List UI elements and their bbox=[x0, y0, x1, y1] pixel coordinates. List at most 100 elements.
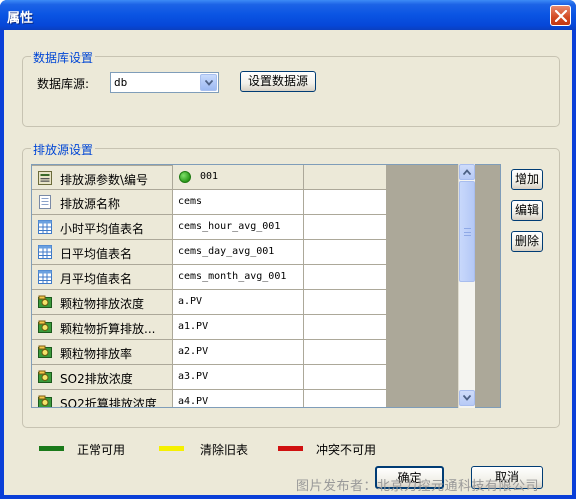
grid-name-cell[interactable]: SO2排放浓度 bbox=[32, 365, 173, 390]
legend-label-normal: 正常可用 bbox=[77, 443, 126, 457]
grid-name-cell[interactable]: 排放源名称 bbox=[32, 190, 173, 215]
title-bar[interactable]: 属性 bbox=[0, 0, 576, 30]
property-grid: 排放源参数\编号 001 排放源名称 cems 小时平均值表名 cems_hour_avg… bbox=[31, 164, 501, 408]
chevron-down-icon bbox=[205, 80, 213, 86]
grid-value-cell[interactable]: a4.PV bbox=[173, 390, 304, 407]
grid-value-cell[interactable]: cems_month_avg_001 bbox=[173, 265, 304, 290]
grid-row[interactable]: 排放源参数\编号 001 bbox=[32, 165, 387, 190]
grid-name-cell[interactable]: 排放源参数\编号 bbox=[32, 165, 173, 190]
scroll-down-button[interactable] bbox=[459, 390, 475, 406]
id-card-icon bbox=[38, 171, 52, 185]
grid-value-cell[interactable]: 001 bbox=[173, 165, 304, 190]
close-button[interactable] bbox=[550, 5, 571, 26]
grid-value: cems_hour_avg_001 bbox=[178, 221, 281, 232]
grid-name-cell[interactable]: 日平均值表名 bbox=[32, 240, 173, 265]
grid-name: 颗粒物排放浓度 bbox=[60, 297, 145, 311]
scroll-thumb[interactable] bbox=[459, 181, 475, 282]
grid-extra-cell[interactable] bbox=[304, 265, 387, 290]
database-source-select[interactable]: db bbox=[110, 72, 219, 93]
grid-name: 日平均值表名 bbox=[60, 247, 133, 261]
grid-extra-cell[interactable] bbox=[304, 165, 387, 190]
grid-name-cell[interactable]: SO2折算排放浓度 bbox=[32, 390, 173, 408]
watermark: 图片发布者：北京力控元通科技有限公司 bbox=[296, 479, 540, 494]
legend-swatch-normal bbox=[39, 446, 64, 451]
database-settings-group: 数据库设置 数据库源: db 设置数据源 bbox=[22, 49, 560, 127]
grid-value-cell[interactable]: a1.PV bbox=[173, 315, 304, 340]
grid-value: cems_day_avg_001 bbox=[178, 246, 275, 257]
grid-extra-cell[interactable] bbox=[304, 365, 387, 390]
grid-value-cell[interactable]: cems_day_avg_001 bbox=[173, 240, 304, 265]
grid-extra-cell[interactable] bbox=[304, 340, 387, 365]
document-icon bbox=[38, 195, 52, 209]
grid-name: 排放源参数\编号 bbox=[60, 173, 149, 187]
grid-extra-cell[interactable] bbox=[304, 390, 387, 407]
grid-name: 小时平均值表名 bbox=[60, 222, 145, 236]
window-title: 属性 bbox=[7, 11, 34, 26]
dialog-body: 数据库设置 数据库源: db 设置数据源 排放源设置 排放源参数\编号 001 排放… bbox=[4, 30, 572, 495]
money-icon bbox=[38, 295, 52, 309]
dropdown-button[interactable] bbox=[200, 74, 217, 91]
grid-value: a2.PV bbox=[178, 346, 209, 357]
grid-name-cell[interactable]: 颗粒物排放浓度 bbox=[32, 290, 173, 315]
grid-value: a1.PV bbox=[178, 321, 209, 332]
money-icon bbox=[38, 320, 52, 334]
emission-source-legend: 排放源设置 bbox=[31, 141, 96, 158]
grid-row[interactable]: 月平均值表名 cems_month_avg_001 bbox=[32, 265, 387, 290]
legend-swatch-clear bbox=[159, 446, 184, 451]
grid-name: 月平均值表名 bbox=[60, 272, 133, 286]
grid-value-cell[interactable]: a3.PV bbox=[173, 365, 304, 390]
grid-value: a.PV bbox=[178, 296, 203, 307]
grid-value-cell[interactable]: a2.PV bbox=[173, 340, 304, 365]
legend-label-conflict: 冲突不可用 bbox=[316, 443, 377, 457]
vertical-scrollbar[interactable] bbox=[458, 164, 475, 408]
money-icon bbox=[38, 395, 52, 407]
grid-extra-cell[interactable] bbox=[304, 290, 387, 315]
grid-name: 颗粒物排放率 bbox=[60, 347, 133, 361]
grid-row[interactable]: SO2折算排放浓度 a4.PV bbox=[32, 390, 387, 408]
grid-value: a3.PV bbox=[178, 371, 209, 382]
grid-name: 排放源名称 bbox=[60, 197, 121, 211]
grid-row[interactable]: 排放源名称 cems bbox=[32, 190, 387, 215]
grid-row[interactable]: 颗粒物折算排放... a1.PV bbox=[32, 315, 387, 340]
grid-name-cell[interactable]: 颗粒物折算排放... bbox=[32, 315, 173, 340]
grid-row[interactable]: 颗粒物排放率 a2.PV bbox=[32, 340, 387, 365]
grid-value: cems bbox=[178, 196, 203, 207]
grid-name-cell[interactable]: 颗粒物排放率 bbox=[32, 340, 173, 365]
set-datasource-button[interactable]: 设置数据源 bbox=[240, 71, 316, 92]
grid-name-cell[interactable]: 月平均值表名 bbox=[32, 265, 173, 290]
grid-value-cell[interactable]: a.PV bbox=[173, 290, 304, 315]
grid-extra-cell[interactable] bbox=[304, 215, 387, 240]
grid-row[interactable]: 日平均值表名 cems_day_avg_001 bbox=[32, 240, 387, 265]
edit-button[interactable]: 编辑 bbox=[511, 200, 543, 221]
properties-window: 属性 数据库设置 数据库源: db 设置数据源 排放源设置 排放源参数\编号 0… bbox=[0, 0, 576, 499]
database-source-label: 数据库源: bbox=[37, 77, 90, 91]
add-button[interactable]: 增加 bbox=[511, 169, 543, 190]
chevron-up-icon bbox=[463, 169, 471, 175]
grid-row[interactable]: 小时平均值表名 cems_hour_avg_001 bbox=[32, 215, 387, 240]
database-settings-legend: 数据库设置 bbox=[31, 49, 96, 66]
grid-extra-cell[interactable] bbox=[304, 240, 387, 265]
grid-extra-cell[interactable] bbox=[304, 315, 387, 340]
table-icon bbox=[38, 220, 52, 234]
table-icon bbox=[38, 270, 52, 284]
delete-button[interactable]: 删除 bbox=[511, 231, 543, 252]
grip-icon bbox=[464, 228, 471, 236]
grid-value: cems_month_avg_001 bbox=[178, 271, 287, 282]
scroll-up-button[interactable] bbox=[459, 164, 475, 180]
legend-label-clear: 清除旧表 bbox=[200, 443, 249, 457]
table-icon bbox=[38, 245, 52, 259]
grid-row[interactable]: SO2排放浓度 a3.PV bbox=[32, 365, 387, 390]
grid-value-cell[interactable]: cems bbox=[173, 190, 304, 215]
grid-extra-cell[interactable] bbox=[304, 190, 387, 215]
database-source-value: db bbox=[114, 76, 128, 89]
chevron-down-icon bbox=[463, 395, 471, 401]
money-icon bbox=[38, 370, 52, 384]
grid-row[interactable]: 颗粒物排放浓度 a.PV bbox=[32, 290, 387, 315]
grid-value-cell[interactable]: cems_hour_avg_001 bbox=[173, 215, 304, 240]
legend-swatch-conflict bbox=[278, 446, 303, 451]
grid-name-cell[interactable]: 小时平均值表名 bbox=[32, 215, 173, 240]
grid-name: 颗粒物折算排放... bbox=[60, 322, 156, 336]
close-icon bbox=[555, 10, 567, 22]
grid-name: SO2折算排放浓度 bbox=[60, 397, 157, 408]
grid-name: SO2排放浓度 bbox=[60, 372, 133, 386]
